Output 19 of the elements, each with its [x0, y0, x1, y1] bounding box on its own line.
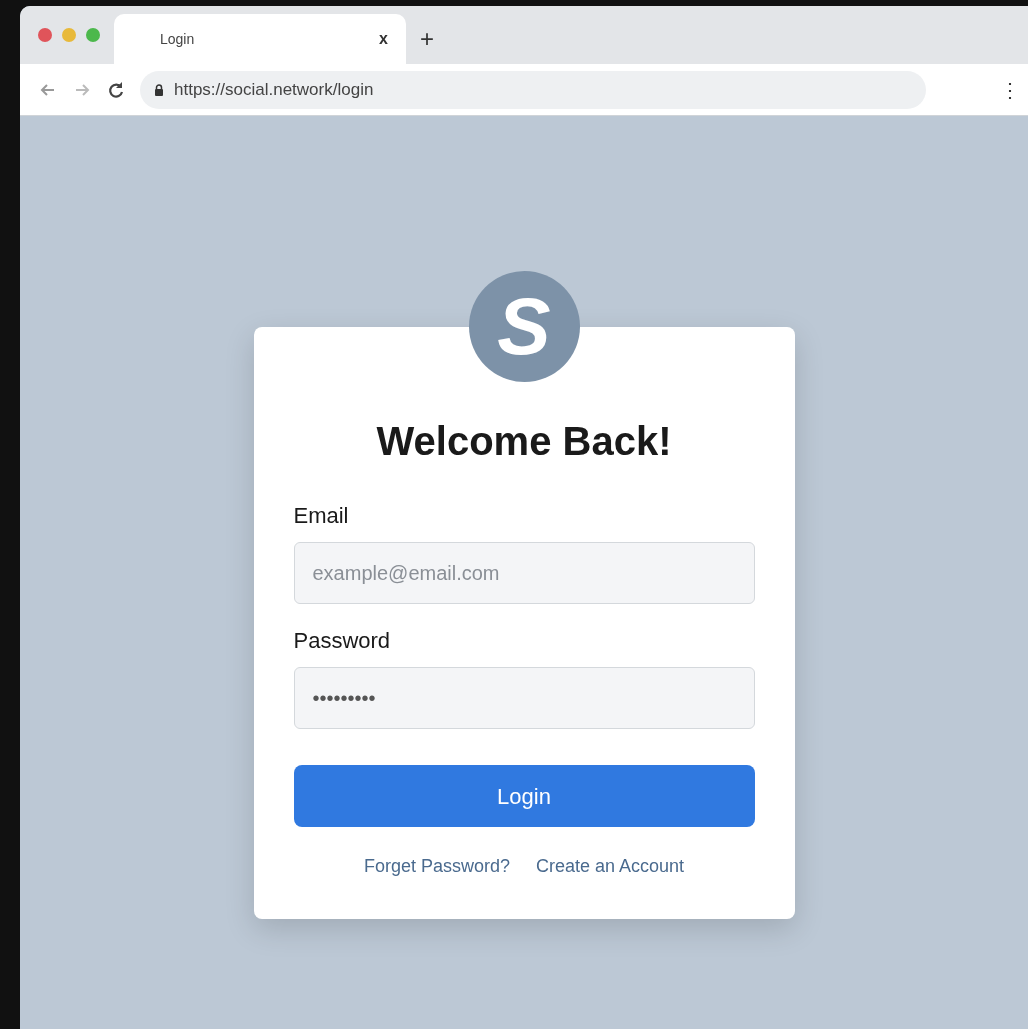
- url-text: https://social.network/login: [174, 78, 374, 101]
- browser-tab[interactable]: Login x: [114, 14, 406, 64]
- new-tab-button[interactable]: +: [406, 14, 448, 64]
- address-bar[interactable]: https://social.network/login: [140, 70, 926, 109]
- input-field[interactable]: •••••••••: [293, 667, 755, 729]
- form-link[interactable]: Create an Account: [536, 853, 685, 880]
- field-label: Email: [293, 502, 350, 530]
- browser-menu-button[interactable]: ⋮: [1000, 74, 1020, 105]
- input-field[interactable]: example@email.com: [293, 542, 755, 604]
- maximize-window-icon[interactable]: [86, 28, 100, 42]
- form-title: Welcome Back!: [375, 418, 673, 465]
- minimize-window-icon[interactable]: [62, 28, 76, 42]
- tab-title: Login: [160, 29, 196, 49]
- lock-icon: [154, 83, 164, 96]
- form-link[interactable]: Forget Password?: [363, 853, 510, 880]
- close-window-icon[interactable]: [38, 28, 52, 42]
- tab-close-button[interactable]: x: [375, 27, 392, 51]
- field-label: Password: [293, 627, 392, 655]
- login-button[interactable]: Login: [293, 765, 755, 827]
